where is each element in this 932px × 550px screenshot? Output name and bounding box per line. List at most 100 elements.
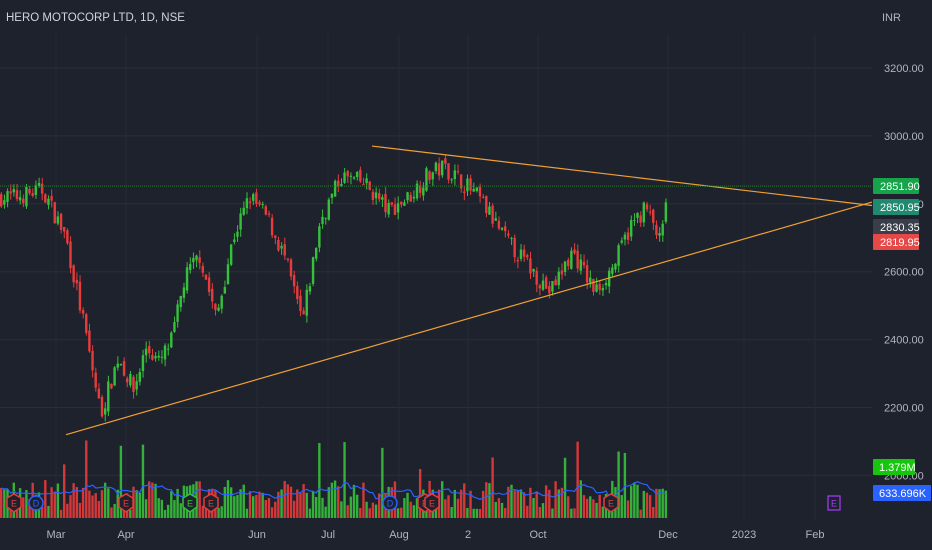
candle-down: [59, 213, 63, 230]
event-markers[interactable]: EDEEEDEEEE: [6, 493, 841, 513]
symbol-title: HERO MOTOCORP LTD, 1D, NSE: [6, 12, 185, 24]
dividend-marker[interactable]: D: [28, 495, 44, 511]
candle-down: [132, 376, 135, 392]
candle-down: [53, 202, 56, 224]
candle-down: [507, 233, 510, 236]
volume-bar: [633, 483, 636, 518]
volume-bar: [25, 490, 28, 518]
earnings-marker[interactable]: E: [424, 493, 440, 513]
volume-bar: [488, 483, 491, 518]
candle-up: [154, 356, 157, 359]
candle-up: [333, 180, 337, 197]
candle-down: [299, 295, 302, 312]
candle-down: [85, 314, 88, 334]
candle-down: [44, 194, 47, 203]
dividend-marker[interactable]: D: [382, 495, 398, 511]
candle-up: [633, 220, 636, 222]
candle-up: [422, 187, 425, 196]
x-tick-label: Feb: [806, 529, 825, 541]
volume-bar: [343, 442, 346, 518]
volume-bar: [103, 482, 107, 518]
volume-bar: [576, 441, 579, 518]
candle-up: [217, 307, 220, 311]
x-tick-label: Jul: [321, 529, 335, 541]
volume-bar: [478, 508, 482, 518]
earnings-marker[interactable]: E: [203, 493, 219, 513]
earnings-marker[interactable]: E: [118, 493, 134, 513]
volume-bar: [340, 501, 343, 518]
volume-bar: [223, 486, 227, 518]
candle-up: [601, 287, 605, 291]
volume-bar: [368, 508, 371, 518]
volume-bar: [0, 488, 3, 518]
price-axis[interactable]: 3200.003000.002800.002600.002400.002200.…: [884, 63, 924, 482]
volume-bar: [245, 508, 249, 518]
marker-label: E: [831, 499, 837, 509]
volume-bar: [349, 496, 353, 518]
price-tag-label: 2850.95: [880, 202, 920, 214]
candle-up: [330, 193, 334, 198]
volume-bars: [0, 440, 668, 518]
volume-bar: [456, 498, 460, 518]
volume-bar: [582, 495, 586, 518]
volume-bar: [324, 506, 327, 518]
candle-down: [214, 303, 217, 311]
candle-up: [236, 231, 239, 237]
x-tick-label: Oct: [529, 529, 546, 541]
volume-bar: [598, 494, 601, 518]
candle-down: [573, 249, 576, 254]
candle-up: [532, 268, 535, 272]
volume-tag: 1.379M: [873, 459, 916, 475]
volume-bar: [248, 491, 252, 518]
candle-up: [412, 196, 416, 199]
candle-down: [639, 215, 642, 223]
volume-bar: [374, 504, 378, 518]
volume-bar: [78, 502, 82, 518]
candlestick-chart[interactable]: EDEEEDEEEE 3200.003000.002800.002600.002…: [0, 0, 932, 550]
volume-bar: [47, 505, 50, 518]
candle-down: [400, 201, 403, 205]
trendline-upper[interactable]: [371, 145, 873, 207]
time-axis[interactable]: Mar Apr Jun Jul Aug 2 Oct Dec 2023 Feb: [47, 529, 825, 541]
candle-down: [63, 227, 66, 232]
candle-down: [110, 383, 113, 389]
marker-label: E: [608, 499, 614, 509]
candle-up: [327, 199, 330, 220]
volume-tag-label: 633.696K: [879, 488, 927, 500]
candle-up: [381, 197, 384, 200]
chart-stage[interactable]: EDEEEDEEEE 3200.003000.002800.002600.002…: [0, 0, 932, 550]
candle-down: [592, 278, 595, 292]
candle-down: [201, 266, 204, 273]
earnings-marker[interactable]: E: [827, 495, 841, 511]
candle-down: [270, 217, 274, 236]
volume-bar: [544, 485, 548, 518]
volume-bar: [529, 487, 532, 518]
volume-bar: [403, 498, 406, 518]
volume-bar: [554, 481, 557, 518]
volume-bar: [485, 482, 488, 518]
candle-up: [406, 192, 409, 201]
volume-bar: [396, 508, 400, 518]
earnings-marker[interactable]: E: [182, 493, 198, 513]
candle-down: [100, 396, 104, 417]
candle-up: [107, 381, 110, 412]
earnings-marker[interactable]: E: [6, 493, 22, 513]
volume-bar: [645, 492, 649, 518]
candle-down: [9, 191, 12, 194]
candle-down: [88, 330, 91, 352]
candle-down: [148, 345, 151, 354]
earnings-marker[interactable]: E: [603, 493, 619, 513]
candle-up: [630, 220, 633, 237]
volume-bar: [308, 508, 312, 518]
volume-bar: [412, 505, 416, 518]
candle-up: [374, 192, 378, 199]
volume-bar: [664, 490, 668, 518]
trendline-lower[interactable]: [65, 201, 873, 436]
marker-label: E: [208, 499, 214, 509]
candle-down: [655, 224, 658, 236]
x-tick-label: 2023: [732, 529, 756, 541]
volume-bar: [551, 508, 554, 518]
candle-down: [582, 261, 586, 266]
candle-up: [173, 322, 176, 332]
volume-bar: [242, 484, 245, 518]
